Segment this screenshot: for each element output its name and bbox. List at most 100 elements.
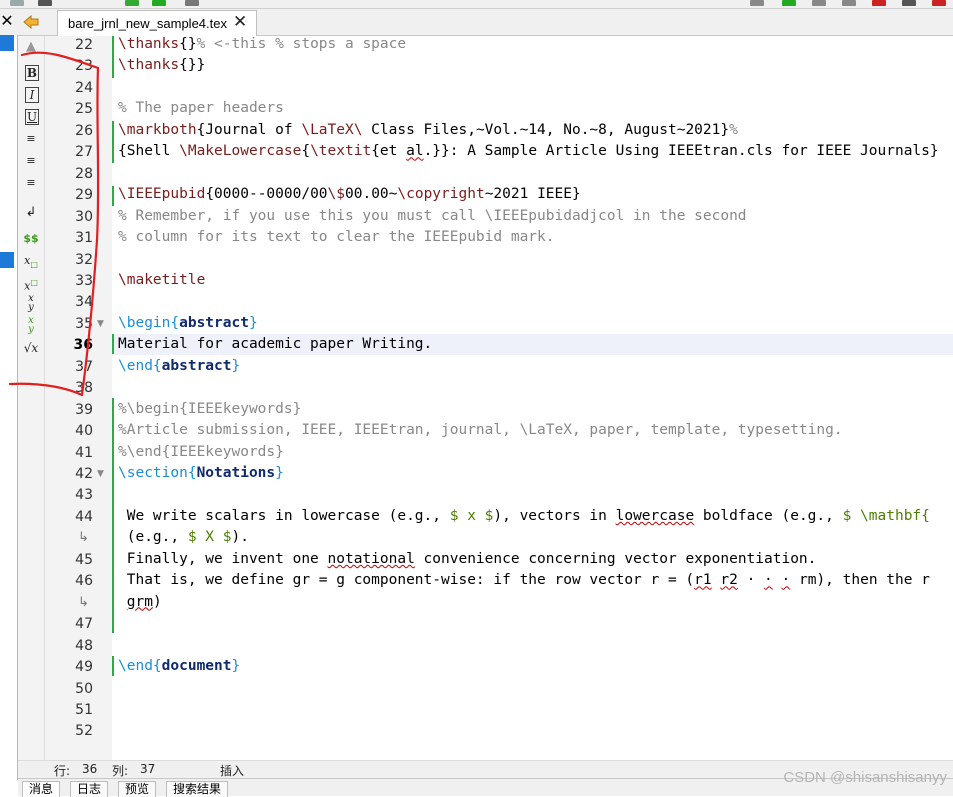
- code-line[interactable]: \IEEEpubid{0000--0000/00\$00.00~\copyrig…: [118, 186, 581, 202]
- fold-toggle-icon[interactable]: ▼: [97, 319, 104, 329]
- token-cmt: %\end{IEEEkeywords}: [118, 443, 284, 460]
- toolbar-icon[interactable]: [782, 0, 796, 6]
- underline-button[interactable]: U: [25, 109, 39, 125]
- code-line[interactable]: {Shell \MakeLowercase{\textit{et al.}}: …: [118, 143, 939, 159]
- token-text: rm), then the r: [790, 572, 930, 589]
- line-number: 52: [75, 723, 93, 740]
- line-number: 40: [75, 423, 93, 440]
- toolbar-icon[interactable]: [932, 0, 946, 6]
- code-line[interactable]: % column for its text to clear the IEEEp…: [118, 229, 555, 245]
- token-text: That is, we define gr = g component-wise…: [118, 572, 695, 589]
- code-line[interactable]: %\end{IEEEkeywords}: [118, 444, 284, 460]
- align-center-icon[interactable]: ≡: [22, 152, 40, 170]
- token-cmd: \markboth: [118, 121, 197, 138]
- inline-math-button[interactable]: $$: [22, 230, 40, 248]
- toolbar-icon[interactable]: [10, 0, 24, 6]
- code-line[interactable]: \markboth{Journal of \LaTeX\ Class Files…: [118, 122, 738, 138]
- token-text: Material for academic paper Writing.: [118, 336, 433, 353]
- line-number: 41: [75, 444, 93, 461]
- change-marker: [112, 186, 114, 206]
- line-number: 45: [75, 551, 93, 568]
- code-editor[interactable]: \thanks{}% <-this % stops a space \thanks…: [112, 36, 953, 760]
- fold-toggle-icon[interactable]: ▼: [97, 469, 104, 479]
- fraction-icon[interactable]: xy: [22, 294, 40, 313]
- line-number: 39: [75, 401, 93, 418]
- line-wrap-icon: ↳: [78, 530, 89, 546]
- token-text: {Journal of: [196, 121, 302, 138]
- token-text: (e.g.,: [118, 529, 188, 546]
- token-cmd: \MakeLowercase: [179, 143, 302, 160]
- line-number: 51: [75, 701, 93, 718]
- code-line[interactable]: We write scalars in lowercase (e.g., $ x…: [118, 508, 930, 524]
- newline-button[interactable]: ↲: [22, 204, 40, 222]
- align-right-icon[interactable]: ≡: [22, 174, 40, 192]
- code-line[interactable]: % The paper headers: [118, 100, 284, 116]
- token-spell: r2: [720, 572, 738, 589]
- toolbar-icon[interactable]: [812, 0, 826, 6]
- line-number: 25: [75, 101, 93, 118]
- code-line[interactable]: Finally, we invent one notational conven…: [118, 550, 817, 567]
- dfrac-icon[interactable]: xy: [22, 316, 40, 335]
- line-number: 44: [75, 508, 93, 525]
- superscript-icon[interactable]: x□: [22, 274, 40, 293]
- token-math: $ X $: [187, 529, 232, 546]
- upload-icon[interactable]: ▲: [22, 38, 40, 56]
- sqrt-button[interactable]: √x: [22, 339, 40, 357]
- toolbar-icon[interactable]: [38, 0, 52, 6]
- token-cmt: % Remember, if you use this you must cal…: [118, 207, 747, 224]
- token-cmd: \LaTeX\: [301, 121, 363, 138]
- line-wrap-icon: ↳: [78, 594, 89, 610]
- toolbar-icon[interactable]: [872, 0, 886, 6]
- change-marker: [112, 36, 114, 78]
- panel-close-icon[interactable]: ✕: [0, 13, 14, 29]
- back-icon[interactable]: [22, 13, 40, 31]
- change-marker: [112, 398, 114, 633]
- token-cmt: %Article submission, IEEE, IEEEtran, jou…: [118, 422, 843, 439]
- token-env: abstract: [161, 357, 232, 374]
- code-line[interactable]: That is, we define gr = g component-wise…: [118, 572, 930, 588]
- code-line[interactable]: \thanks{}% <-this % stops a space: [118, 36, 406, 52]
- code-line[interactable]: \section{Notations}: [118, 465, 284, 481]
- line-number: 30: [75, 208, 93, 225]
- code-line[interactable]: %\begin{IEEEkeywords}: [118, 401, 301, 417]
- align-left-icon[interactable]: ≡: [22, 130, 40, 148]
- close-icon[interactable]: ✕: [233, 12, 247, 32]
- subscript-icon[interactable]: x□: [22, 252, 40, 270]
- code-line[interactable]: \end{document}: [118, 658, 240, 674]
- tab-document[interactable]: bare_jrnl_new_sample4.tex ✕: [57, 10, 257, 36]
- toolbar-icon[interactable]: [902, 0, 916, 6]
- code-line[interactable]: \maketitle: [118, 272, 205, 288]
- token-env: document: [161, 658, 232, 675]
- token-text: ), vectors in: [493, 507, 616, 524]
- code-line[interactable]: \begin{abstract}: [118, 315, 258, 331]
- line-number: 46: [75, 573, 93, 590]
- code-line[interactable]: \thanks{}}: [118, 57, 205, 73]
- line-number: 32: [75, 251, 93, 268]
- code-line[interactable]: % Remember, if you use this you must cal…: [118, 208, 747, 224]
- token-spell: al: [406, 143, 424, 160]
- compile-icon[interactable]: [125, 0, 139, 6]
- code-line[interactable]: (e.g., $ X $).: [118, 529, 249, 545]
- token-spell: ·: [781, 572, 791, 589]
- token-text: {0000--0000/00: [205, 186, 328, 203]
- line-number: 23: [75, 58, 93, 75]
- run-icon[interactable]: [152, 0, 166, 6]
- token-kw: \end{: [118, 357, 162, 374]
- code-line[interactable]: \end{abstract}: [118, 358, 240, 374]
- italic-button[interactable]: I: [25, 87, 39, 103]
- line-number: 36: [73, 337, 93, 354]
- token-spell: grm: [126, 593, 153, 610]
- toolbar-icon[interactable]: [842, 0, 856, 6]
- insert-mode[interactable]: 插入: [220, 762, 244, 779]
- token-kw: \begin{: [118, 314, 180, 331]
- token-text: ~2021 IEEE}: [484, 186, 581, 203]
- token-kw: \end{: [118, 658, 162, 675]
- bold-button[interactable]: B: [25, 65, 39, 81]
- code-line[interactable]: %Article submission, IEEE, IEEEtran, jou…: [118, 422, 843, 438]
- change-marker: [112, 334, 114, 354]
- toolbar-icon[interactable]: [750, 0, 764, 6]
- token-text: Finally, we invent one: [118, 550, 328, 567]
- code-line[interactable]: Material for academic paper Writing.: [118, 336, 432, 352]
- code-line[interactable]: grm): [118, 594, 162, 610]
- toolbar-icon[interactable]: [185, 0, 199, 6]
